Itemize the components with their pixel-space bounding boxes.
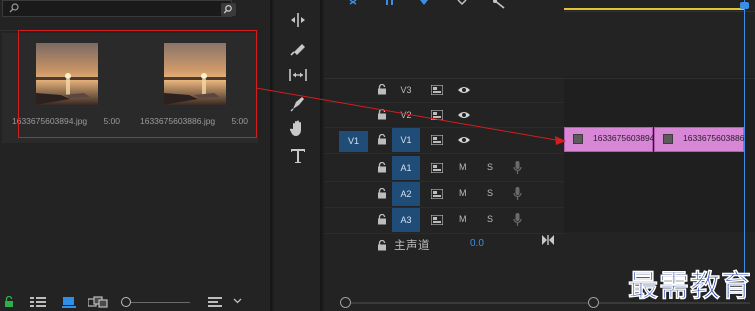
chevron-down-icon[interactable] xyxy=(233,298,242,304)
track-content-area[interactable] xyxy=(564,76,755,232)
solo-button[interactable]: S xyxy=(487,162,493,172)
scroll-start-handle[interactable] xyxy=(340,297,351,308)
freeform-view-icon[interactable] xyxy=(88,296,108,308)
add-marker-icon[interactable] xyxy=(420,0,428,5)
microphone-icon[interactable] xyxy=(513,213,522,226)
fx-badge-icon xyxy=(573,134,583,144)
track-header-a1: A1 M S xyxy=(324,156,564,180)
sync-lock-icon[interactable] xyxy=(431,85,443,95)
playhead-handle[interactable] xyxy=(740,2,749,9)
scroll-end-handle[interactable] xyxy=(588,297,599,308)
track-header-a3: A3 M S xyxy=(324,208,564,232)
sync-lock-icon[interactable] xyxy=(431,189,443,199)
go-to-end-icon[interactable] xyxy=(542,235,554,245)
work-area-bar[interactable] xyxy=(564,8,745,10)
clip-label: 1633675603886 xyxy=(683,133,745,143)
pen-icon[interactable] xyxy=(288,93,308,113)
track-target-v2[interactable]: V2 xyxy=(392,103,420,127)
lock-icon[interactable] xyxy=(377,84,387,95)
track-header-v3: V3 xyxy=(324,78,564,102)
type-tool-icon[interactable] xyxy=(288,146,308,166)
microphone-icon[interactable] xyxy=(513,161,522,174)
track-target-v1[interactable]: V1 xyxy=(392,128,420,152)
sync-lock-icon[interactable] xyxy=(431,110,443,120)
marker-icon[interactable] xyxy=(457,0,467,5)
time-ruler[interactable] xyxy=(564,0,755,12)
lock-icon[interactable] xyxy=(377,188,387,199)
track-target-a1[interactable]: A1 xyxy=(392,156,420,180)
playhead[interactable] xyxy=(744,0,745,300)
sync-lock-icon[interactable] xyxy=(431,215,443,225)
master-track-label: 主声道 xyxy=(394,240,430,252)
slip-icon[interactable] xyxy=(288,65,308,85)
lock-icon[interactable] xyxy=(377,214,387,225)
solo-button[interactable]: S xyxy=(487,214,493,224)
tools-panel xyxy=(274,0,322,311)
master-volume-value[interactable]: 0.0 xyxy=(470,238,484,249)
project-toolbar xyxy=(0,293,272,311)
lock-icon[interactable] xyxy=(377,109,387,120)
track-header-v2: V2 xyxy=(324,103,564,127)
hand-icon[interactable] xyxy=(288,118,308,138)
lock-icon[interactable] xyxy=(377,240,387,251)
track-header-v1: V1 V1 xyxy=(324,128,564,152)
track-target-a2[interactable]: A2 xyxy=(392,182,420,206)
clip-label: 1633675603894 xyxy=(593,133,655,143)
sort-icon[interactable] xyxy=(208,296,222,308)
wrench-icon[interactable] xyxy=(493,0,505,9)
microphone-icon[interactable] xyxy=(513,187,522,200)
master-track-header xyxy=(324,234,564,258)
eye-icon[interactable] xyxy=(457,85,471,95)
fx-badge-icon xyxy=(663,134,673,144)
unlock-icon[interactable] xyxy=(4,296,14,308)
mute-button[interactable]: M xyxy=(459,214,467,224)
track-target-a3[interactable]: A3 xyxy=(392,208,420,232)
sync-lock-icon[interactable] xyxy=(431,163,443,173)
mute-button[interactable]: M xyxy=(459,162,467,172)
snap-icon[interactable] xyxy=(349,0,357,5)
eye-icon[interactable] xyxy=(457,110,471,120)
lock-icon[interactable] xyxy=(377,162,387,173)
timeline-toolbar xyxy=(349,0,505,9)
track-header-a2: A2 M S xyxy=(324,182,564,206)
search-icon xyxy=(9,3,19,13)
project-search-input[interactable] xyxy=(2,0,236,17)
mute-button[interactable]: M xyxy=(459,188,467,198)
timeline-clip[interactable]: 1633675603894 xyxy=(564,127,655,152)
ripple-edit-icon[interactable] xyxy=(288,10,308,30)
track-target-v3[interactable]: V3 xyxy=(392,78,420,102)
track-separator xyxy=(324,153,564,154)
thumbnail-size-handle[interactable] xyxy=(121,297,131,307)
watermark-logo: 最需教育 xyxy=(628,269,752,305)
linked-selection-icon[interactable] xyxy=(386,0,393,5)
list-view-icon[interactable] xyxy=(30,296,46,308)
icon-view-icon[interactable] xyxy=(62,296,76,308)
source-patch-v1[interactable]: V1 xyxy=(339,131,368,152)
solo-button[interactable]: S xyxy=(487,188,493,198)
find-icon xyxy=(223,5,232,14)
eye-icon[interactable] xyxy=(457,135,471,145)
lock-icon[interactable] xyxy=(377,134,387,145)
timeline-clip[interactable]: 1633675603886 xyxy=(654,127,744,152)
razor-icon[interactable] xyxy=(288,38,308,58)
thumbnail-size-slider[interactable] xyxy=(128,302,190,303)
sync-lock-icon[interactable] xyxy=(431,135,443,145)
search-filter-button[interactable] xyxy=(221,3,236,16)
clip-selection-highlight xyxy=(18,30,257,138)
